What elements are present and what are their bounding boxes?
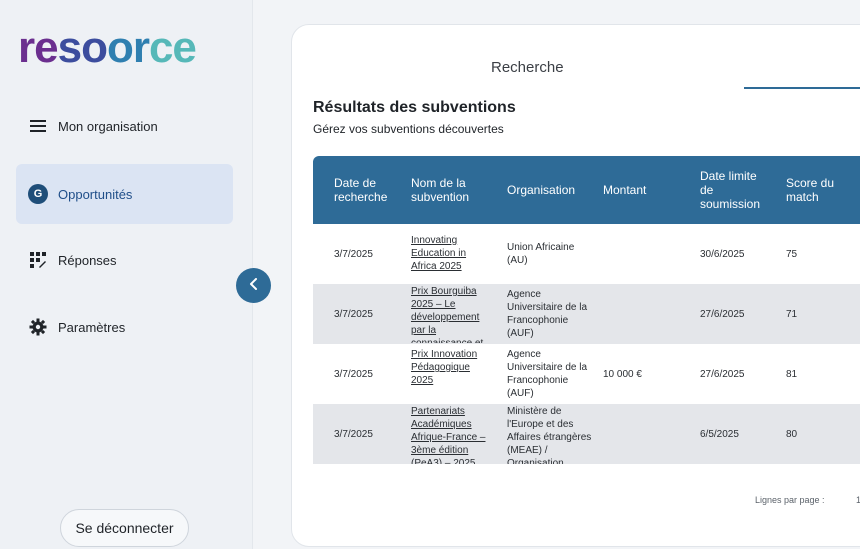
chevron-left-icon	[249, 277, 259, 295]
cell-organisation: Agence Universitaire de la Francophonie …	[507, 289, 588, 339]
sidebar-item-reponses[interactable]: Réponses	[16, 230, 233, 290]
cell-organisation: Agence Universitaire de la Francophonie …	[507, 349, 588, 399]
sidebar: re so or ce Mon organisation G Opportuni…	[0, 0, 253, 549]
logo-part-4: ce	[148, 23, 197, 72]
logo-part-2: so	[57, 23, 108, 72]
results-card: Recherche Résultats des subventions Gére…	[291, 24, 860, 547]
sidebar-item-opportunites[interactable]: G Opportunités	[16, 164, 233, 224]
sidebar-item-label: Mon organisation	[58, 118, 158, 134]
cell-deadline: 30/6/2025	[700, 248, 745, 260]
tab-recherche[interactable]: Recherche	[491, 59, 564, 76]
column-header-date[interactable]: Date de recherche	[334, 156, 404, 224]
g-plus-icon: G	[28, 184, 48, 204]
rows-per-page-select[interactable]: 1	[856, 495, 860, 505]
sidebar-item-label: Réponses	[58, 252, 117, 268]
cell-date: 3/7/2025	[334, 368, 373, 380]
column-header-organisation[interactable]: Organisation	[507, 156, 595, 224]
cell-montant: 10 000 €	[603, 368, 642, 380]
logo-part-3: or	[106, 23, 150, 72]
column-header-deadline[interactable]: Date limite de soumission	[700, 156, 770, 224]
cell-deadline: 27/6/2025	[700, 368, 745, 380]
cell-deadline: 6/5/2025	[700, 428, 739, 440]
grant-name-link[interactable]: Innovating Education in Africa 2025	[411, 234, 491, 273]
table-row[interactable]: 3/7/2025 Prix Innovation Pédagogique 202…	[313, 344, 860, 404]
page-title: Résultats des subventions	[313, 99, 516, 116]
page-subtitle: Gérez vos subventions découvertes	[313, 122, 504, 136]
resoorce-logo[interactable]: re so or ce	[18, 23, 197, 72]
sidebar-item-label: Paramètres	[58, 319, 126, 335]
cell-score: 71	[786, 308, 798, 320]
grant-name-link[interactable]: Partenariats Académiques Afrique-France …	[411, 405, 491, 464]
cell-score: 75	[786, 248, 798, 260]
table-row[interactable]: 3/7/2025 Innovating Education in Africa …	[313, 224, 860, 284]
table-row[interactable]: 3/7/2025 Prix Bourguiba 2025 – Le dévelo…	[313, 284, 860, 344]
app-root: re so or ce Mon organisation G Opportuni…	[0, 0, 860, 549]
table-header: Date de recherche Nom de la subvention O…	[313, 156, 860, 224]
sidebar-item-parametres[interactable]: Paramètres	[16, 297, 233, 357]
cell-organisation: Ministère de l'Europe et des Affaires ét…	[507, 406, 592, 464]
tab-active-indicator	[744, 87, 860, 89]
column-header-montant[interactable]: Montant	[603, 156, 673, 224]
cell-organisation: Union Africaine (AU)	[507, 242, 575, 266]
g-badge: G	[28, 184, 48, 204]
rows-per-page-label: Lignes par page :	[755, 495, 825, 505]
menu-icon	[28, 116, 48, 136]
sidebar-item-mon-organisation[interactable]: Mon organisation	[16, 96, 233, 156]
grid-edit-icon	[28, 250, 48, 270]
grant-name-link[interactable]: Prix Bourguiba 2025 – Le développement p…	[411, 285, 491, 343]
cell-score: 81	[786, 368, 798, 380]
logo-part-1: re	[18, 23, 59, 72]
table-row[interactable]: 3/7/2025 Partenariats Académiques Afriqu…	[313, 404, 860, 464]
column-header-score[interactable]: Score du match	[786, 156, 856, 224]
cell-date: 3/7/2025	[334, 248, 373, 260]
logout-button[interactable]: Se déconnecter	[60, 509, 189, 547]
collapse-sidebar-button[interactable]	[236, 268, 271, 303]
cell-date: 3/7/2025	[334, 428, 373, 440]
grants-table: Date de recherche Nom de la subvention O…	[313, 156, 860, 466]
gear-icon	[28, 317, 48, 337]
grant-name-link[interactable]: Prix Innovation Pédagogique 2025	[411, 348, 491, 387]
cell-date: 3/7/2025	[334, 308, 373, 320]
column-header-name[interactable]: Nom de la subvention	[411, 156, 491, 224]
cell-score: 80	[786, 428, 798, 440]
sidebar-item-label: Opportunités	[58, 186, 133, 202]
cell-deadline: 27/6/2025	[700, 308, 745, 320]
